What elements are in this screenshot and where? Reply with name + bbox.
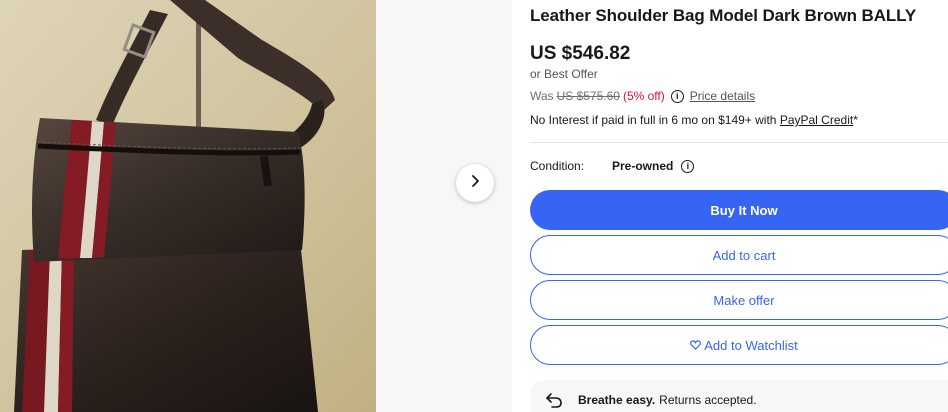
- returns-text: Returns accepted.: [659, 393, 757, 407]
- best-offer-label: or Best Offer: [530, 67, 598, 81]
- add-to-watchlist-button[interactable]: Add to Watchlist: [530, 325, 948, 365]
- was-price-row: Was US $575.60 (5% off) i Price details: [530, 89, 755, 103]
- discount-percent: (5% off): [622, 89, 665, 103]
- divider: [530, 142, 948, 143]
- condition-value: Pre-owned i: [612, 159, 695, 173]
- make-offer-button[interactable]: Make offer: [530, 280, 948, 320]
- paypal-financing: No Interest if paid in full in 6 mo on $…: [530, 113, 858, 127]
- heart-icon: [690, 338, 702, 353]
- return-arrow-icon: [544, 390, 564, 410]
- paypal-text: No Interest if paid in full in 6 mo on $…: [530, 113, 777, 127]
- info-icon[interactable]: i: [670, 89, 684, 103]
- next-image-button[interactable]: [456, 164, 494, 202]
- returns-banner: Breathe easy. Returns accepted.: [530, 380, 948, 412]
- product-title: Leather Shoulder Bag Model Dark Brown BA…: [530, 6, 917, 25]
- price-details-link[interactable]: Price details: [690, 89, 755, 103]
- paypal-credit-link[interactable]: PayPal Credit: [780, 113, 853, 127]
- original-price: US $575.60: [556, 89, 620, 103]
- product-photo[interactable]: [0, 0, 376, 412]
- current-price: US $546.82: [530, 43, 631, 64]
- info-icon[interactable]: i: [681, 159, 695, 173]
- condition-label: Condition:: [530, 159, 585, 173]
- chevron-right-icon: [468, 174, 482, 193]
- watchlist-label: Add to Watchlist: [704, 337, 798, 353]
- returns-bold-text: Breathe easy.: [578, 393, 656, 407]
- product-info-panel: Leather Shoulder Bag Model Dark Brown BA…: [530, 0, 948, 412]
- buy-it-now-button[interactable]: Buy It Now: [530, 190, 948, 230]
- was-label: Was: [530, 89, 554, 103]
- image-gallery: [0, 0, 512, 412]
- add-to-cart-button[interactable]: Add to cart: [530, 235, 948, 275]
- paypal-suffix: *: [853, 113, 858, 127]
- gallery-background: [376, 0, 512, 412]
- condition-text: Pre-owned: [612, 159, 674, 173]
